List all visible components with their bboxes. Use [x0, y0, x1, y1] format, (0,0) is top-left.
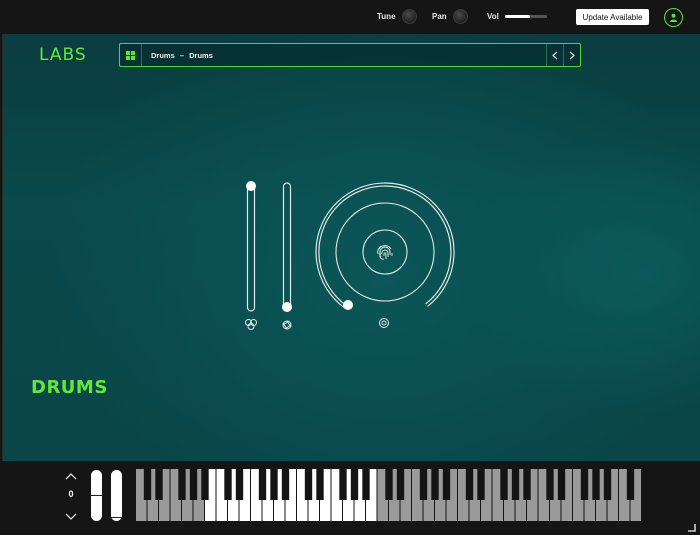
update-available-button[interactable]: Update Available: [576, 9, 649, 25]
resize-handle-icon[interactable]: [687, 523, 696, 532]
three-circles-icon: [245, 319, 257, 330]
black-key[interactable]: [603, 469, 612, 500]
vol-control: Vol: [487, 12, 547, 21]
slider-2-track: [282, 182, 292, 312]
black-key[interactable]: [143, 469, 152, 500]
black-key[interactable]: [465, 469, 474, 500]
user-account-button[interactable]: [664, 8, 683, 27]
octave-up-button[interactable]: [63, 469, 79, 483]
black-key[interactable]: [557, 469, 566, 500]
octave-down-button[interactable]: [63, 509, 79, 523]
vol-slider[interactable]: [504, 15, 547, 18]
black-key[interactable]: [626, 469, 635, 500]
pitch-wheel-center-line: [91, 495, 102, 496]
black-key[interactable]: [235, 469, 244, 500]
black-key[interactable]: [189, 469, 198, 500]
black-key[interactable]: [178, 469, 186, 500]
pan-control: Pan: [432, 9, 468, 24]
black-key[interactable]: [316, 469, 324, 500]
slider-1-thumb[interactable]: [246, 181, 256, 191]
aperture-icon: [282, 320, 292, 330]
black-key[interactable]: [304, 469, 313, 500]
slider-1[interactable]: [246, 181, 256, 312]
black-key[interactable]: [385, 469, 393, 500]
mod-wheel-level-line: [111, 517, 122, 518]
piano-keyboard[interactable]: [136, 469, 642, 521]
black-key[interactable]: [155, 469, 163, 500]
fingerprint-icon: [377, 245, 393, 260]
black-key[interactable]: [511, 469, 520, 500]
dial-middle-ring: [335, 202, 435, 302]
slider-1-track: [246, 182, 256, 312]
top-bar: Tune Pan Vol Update Available: [0, 0, 700, 34]
chevron-down-icon: [65, 513, 77, 520]
octave-value: 0: [68, 489, 74, 499]
chevron-up-icon: [65, 472, 77, 479]
black-key[interactable]: [546, 469, 554, 500]
black-key[interactable]: [500, 469, 508, 500]
dial-outer-ring-inner: [318, 185, 452, 307]
user-icon: [669, 13, 678, 22]
slider-2-thumb[interactable]: [282, 302, 292, 312]
slider-2[interactable]: [282, 182, 292, 312]
black-key[interactable]: [201, 469, 209, 500]
black-key[interactable]: [339, 469, 347, 500]
black-key[interactable]: [442, 469, 451, 500]
keyboard-section: 0: [0, 461, 700, 535]
black-key[interactable]: [362, 469, 370, 500]
black-key[interactable]: [580, 469, 589, 500]
tune-control: Tune: [377, 9, 417, 24]
dial-thumb[interactable]: [343, 300, 353, 310]
instrument-panel: LABS Drums – Drums DRUMS: [2, 34, 700, 461]
vol-slider-fill: [504, 15, 531, 18]
black-key[interactable]: [477, 469, 485, 500]
pitch-bend-wheel[interactable]: [91, 470, 102, 521]
controls-stage: [245, 181, 455, 330]
tune-label: Tune: [377, 12, 396, 21]
pan-label: Pan: [432, 12, 447, 21]
black-key[interactable]: [419, 469, 428, 500]
target-circle-icon: [379, 318, 389, 328]
macro-dial[interactable]: [315, 182, 455, 310]
black-key[interactable]: [396, 469, 405, 500]
modulation-wheel[interactable]: [111, 470, 122, 521]
black-key[interactable]: [523, 469, 531, 500]
tune-knob[interactable]: [401, 9, 417, 24]
black-key[interactable]: [281, 469, 290, 500]
pan-knob[interactable]: [452, 9, 468, 24]
black-key[interactable]: [431, 469, 439, 500]
black-key[interactable]: [350, 469, 359, 500]
vol-label: Vol: [487, 12, 499, 21]
black-key[interactable]: [258, 469, 267, 500]
black-key[interactable]: [224, 469, 232, 500]
black-key[interactable]: [592, 469, 600, 500]
dial-inner-ring: [362, 229, 408, 275]
black-key[interactable]: [270, 469, 278, 500]
